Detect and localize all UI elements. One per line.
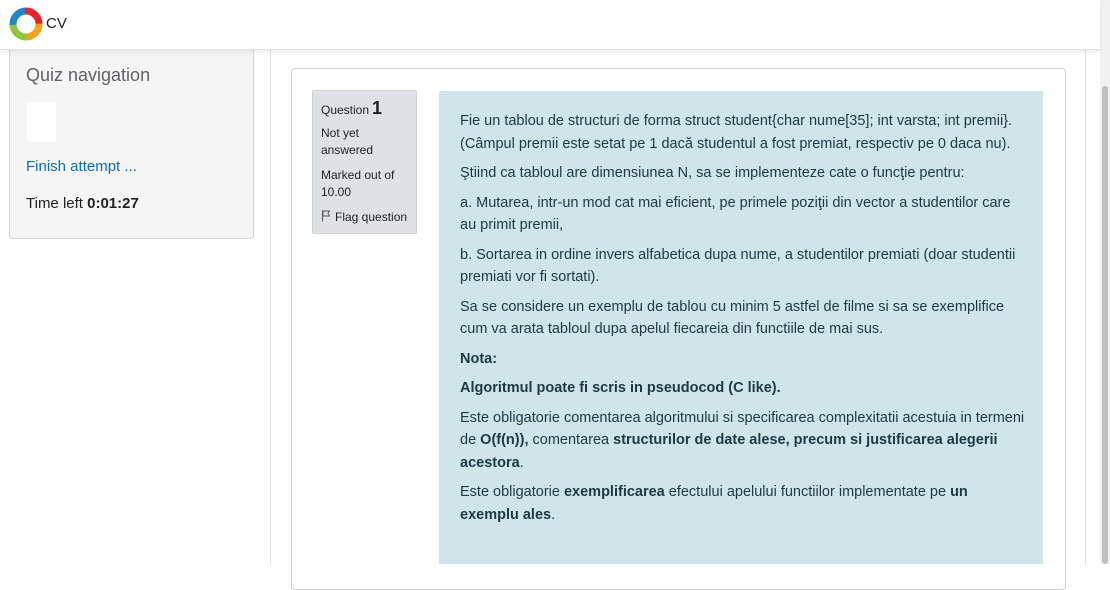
text-run: efectului apelului functiilor implementa…: [664, 484, 951, 500]
time-left-label: Time left: [26, 195, 83, 212]
main-region-border: [1085, 49, 1086, 564]
algorithm-note-text: Algoritmul poate fi scris in pseudocod (…: [460, 380, 781, 396]
question-state: Not yet answered: [321, 126, 374, 157]
example-requirement: Este obligatorie exemplificarea efectulu…: [460, 481, 1025, 526]
text-run: Este obligatorie: [460, 484, 564, 500]
question-content: Fie un tablou de structuri de forma stru…: [439, 91, 1043, 564]
question-nav-button[interactable]: [27, 102, 56, 142]
flag-icon: [322, 210, 331, 222]
note-heading: Nota:: [460, 348, 1025, 371]
flag-question-label: Flag question: [335, 210, 408, 224]
scrollbar-thumb[interactable]: [1102, 86, 1108, 564]
question-number: Question 1: [321, 98, 382, 119]
ring-logo-icon[interactable]: [9, 7, 43, 41]
text-run: comentarea: [528, 432, 614, 448]
quiz-navigation-block: Quiz navigation Finish attempt ... Time …: [9, 49, 254, 239]
question-number-value: 1: [372, 98, 383, 118]
question-text: Fie un tablou de structuri de forma stru…: [460, 110, 1025, 533]
site-brand[interactable]: CV: [46, 15, 67, 32]
bold-run: O(f(n)),: [480, 432, 529, 448]
quiz-navigation-title: Quiz navigation: [26, 65, 151, 85]
question-paragraph: Fie un tablou de structuri de forma stru…: [460, 113, 1013, 152]
time-left: Time left 0:01:27: [26, 195, 139, 212]
bold-run: exemplificarea: [563, 484, 665, 500]
note-heading-text: Nota:: [460, 350, 498, 367]
question-paragraph: Sa se considere un exemplu de tablou cu …: [460, 298, 1005, 338]
algorithm-note: Algoritmul poate fi scris in pseudocod (…: [460, 377, 1025, 400]
flag-question-button[interactable]: Flag question: [321, 210, 407, 224]
question-grade: Marked out of 10.00: [321, 168, 395, 199]
question-label: Question: [321, 103, 370, 117]
question-paragraph: a. Mutarea, intr-un mod cat mai eficient…: [460, 194, 1011, 234]
question-info: Question 1 Not yet answered Marked out of…: [312, 90, 417, 234]
complexity-requirement: Este obligatorie comentarea algoritmului…: [460, 407, 1025, 475]
text-run: .: [551, 506, 556, 523]
top-navbar: CV: [0, 0, 1100, 50]
finish-attempt-link[interactable]: Finish attempt ...: [26, 158, 137, 175]
text-run: .: [519, 454, 524, 471]
question-paragraph: Ştiind ca tabloul are dimensiunea N, sa …: [460, 165, 965, 181]
time-left-value: 0:01:27: [87, 195, 139, 212]
question-paragraph: b. Sortarea in ordine invers alfabetica …: [460, 246, 1016, 286]
